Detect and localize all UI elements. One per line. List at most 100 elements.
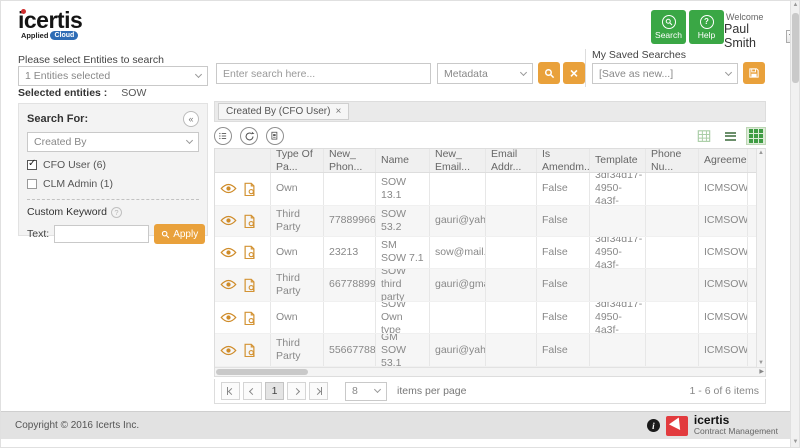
view-icon[interactable] — [220, 183, 237, 194]
clear-search-button[interactable]: × — [563, 62, 585, 84]
brand-name: icertis — [18, 7, 83, 33]
table-horizontal-scrollbar[interactable]: ▶ — [215, 367, 765, 376]
chevron-down-icon — [519, 68, 528, 76]
list-icon — [219, 132, 227, 140]
filter-option-clm-admin[interactable]: CLM Admin (1) — [27, 178, 199, 190]
scrollbar-thumb[interactable] — [792, 13, 799, 83]
saved-searches-dropdown[interactable]: [Save as new...] — [592, 63, 738, 84]
search-submit-button[interactable] — [538, 62, 560, 84]
column-header-template[interactable]: Template — [590, 149, 646, 172]
table-row[interactable]: Third Party 6677889900 SOW third party g… — [215, 269, 756, 302]
chevron-down-icon — [724, 68, 733, 76]
scroll-up-icon[interactable]: ▲ — [758, 150, 764, 156]
column-header-new-phone[interactable]: New_ Phon... — [324, 149, 376, 172]
column-header-phone-number[interactable]: Phone Nu... — [646, 149, 699, 172]
table-header-row: Type Of Pa... New_ Phon... Name New_ Ema… — [215, 149, 756, 173]
brand-red-dot — [21, 9, 26, 14]
search-scope-dropdown[interactable]: Metadata — [437, 63, 533, 84]
save-search-button[interactable] — [743, 62, 765, 84]
table-row[interactable]: Own SOW 13.1 False 3df34d17-4950-4a3f- I… — [215, 173, 756, 206]
document-review-icon[interactable] — [243, 214, 256, 228]
view-icon[interactable] — [220, 312, 237, 323]
column-header-name[interactable]: Name — [376, 149, 430, 172]
table-row[interactable]: Own 23213 SM SOW 7.1 sow@mail... False 3… — [215, 236, 756, 270]
help-nav-button[interactable]: ? Help — [689, 10, 724, 44]
previous-page-button[interactable] — [243, 382, 262, 400]
column-options-button[interactable] — [214, 127, 232, 145]
search-nav-button[interactable]: Search — [651, 10, 686, 44]
search-for-title: Search For: — [27, 113, 89, 125]
export-document-icon — [271, 131, 278, 140]
view-icon[interactable] — [220, 215, 237, 226]
scroll-down-icon[interactable]: ▼ — [758, 360, 764, 366]
column-header-type-of-party[interactable]: Type Of Pa... — [271, 149, 324, 172]
divider — [27, 199, 199, 200]
grid-view-button[interactable] — [746, 127, 766, 145]
footer-brand: icertis Contract Management — [693, 412, 778, 436]
current-page-button[interactable]: 1 — [265, 382, 284, 400]
help-icon: ? — [699, 14, 714, 29]
last-page-button[interactable] — [309, 382, 328, 400]
list-view-button[interactable] — [720, 127, 740, 145]
page-vertical-scrollbar[interactable]: ▲ ▼ — [790, 1, 799, 447]
view-icon[interactable] — [220, 279, 237, 290]
items-range-label: 1 - 6 of 6 items — [689, 385, 759, 397]
filter-chip[interactable]: Created By (CFO User) × — [218, 103, 350, 120]
filter-option-cfo-user[interactable]: CFO User (6) — [27, 158, 199, 171]
column-header-agreement[interactable]: Agreement... — [699, 149, 748, 172]
close-icon: × — [569, 65, 579, 81]
column-header-email-address[interactable]: Email Addr... — [486, 149, 537, 172]
copyright-text: Copyright © 2016 Icerts Inc. — [15, 420, 140, 431]
items-per-page-label: items per page — [397, 385, 467, 397]
export-button[interactable] — [266, 127, 284, 145]
view-icon[interactable] — [220, 247, 237, 258]
document-review-icon[interactable] — [243, 343, 256, 358]
selected-entities: Selected entities : SOW — [18, 87, 147, 99]
scrollbar-thumb[interactable] — [216, 369, 308, 375]
table-row[interactable]: Third Party 5566778899 GM SOW 53.1 gauri… — [215, 334, 756, 367]
icertis-logo-mark — [665, 415, 688, 436]
first-page-button[interactable] — [221, 382, 240, 400]
apply-button[interactable]: Apply — [154, 224, 206, 244]
info-icon[interactable]: i — [646, 419, 660, 432]
custom-keyword-input[interactable] — [54, 225, 150, 243]
document-review-icon[interactable] — [243, 278, 256, 292]
remove-filter-icon[interactable]: × — [335, 106, 341, 117]
app-window: icertis Applied Cloud Search ? Help Welc… — [0, 0, 800, 448]
entity-select-label: Please select Entities to search — [18, 54, 164, 66]
checkbox-checked-icon[interactable] — [27, 158, 37, 170]
search-icon — [162, 230, 170, 238]
table-view-button[interactable] — [694, 127, 714, 145]
view-icon[interactable] — [220, 345, 237, 356]
results-table: Type Of Pa... New_ Phon... Name New_ Ema… — [214, 148, 766, 377]
search-icon — [544, 68, 554, 78]
document-review-icon[interactable] — [243, 182, 256, 196]
page-size-dropdown[interactable]: 8 — [345, 381, 387, 401]
save-icon — [749, 68, 759, 78]
table-row[interactable]: Own SOW Own type False 3df34d17-4950-4a3… — [215, 301, 756, 335]
document-review-icon[interactable] — [243, 311, 256, 325]
column-header-actions — [215, 149, 271, 172]
entity-select-dropdown[interactable]: 1 Entities selected — [18, 66, 208, 86]
collapse-panel-button[interactable]: « — [183, 111, 199, 127]
scroll-up-icon[interactable]: ▲ — [791, 2, 799, 8]
column-header-is-amendment[interactable]: Is Amendm... — [537, 149, 590, 172]
column-header-new-email[interactable]: New_ Email... — [430, 149, 486, 172]
search-input[interactable] — [216, 63, 431, 84]
pagination-bar: 1 8 items per page 1 - 6 of 6 items — [214, 379, 766, 404]
scroll-right-icon[interactable]: ▶ — [759, 368, 764, 377]
refresh-button[interactable] — [240, 127, 258, 145]
table-vertical-scrollbar[interactable]: ▲ ▼ — [756, 149, 765, 367]
table-row[interactable]: Third Party 7788996655 SOW 53.2 gauri@ya… — [215, 205, 756, 237]
search-for-dropdown[interactable]: Created By — [27, 132, 199, 152]
footer-bar: Copyright © 2016 Icerts Inc. i icertis C… — [1, 411, 792, 439]
next-page-button[interactable] — [287, 382, 306, 400]
checkbox-unchecked-icon[interactable] — [27, 179, 37, 189]
chevron-down-icon — [194, 70, 203, 79]
search-for-panel: Search For: « Created By CFO User (6) CL… — [18, 103, 208, 244]
welcome-label: Welcome — [726, 12, 764, 22]
divider — [585, 49, 586, 87]
document-review-icon[interactable] — [243, 245, 256, 260]
scroll-down-icon[interactable]: ▼ — [791, 439, 799, 445]
user-name: Paul Smith — [724, 22, 756, 50]
